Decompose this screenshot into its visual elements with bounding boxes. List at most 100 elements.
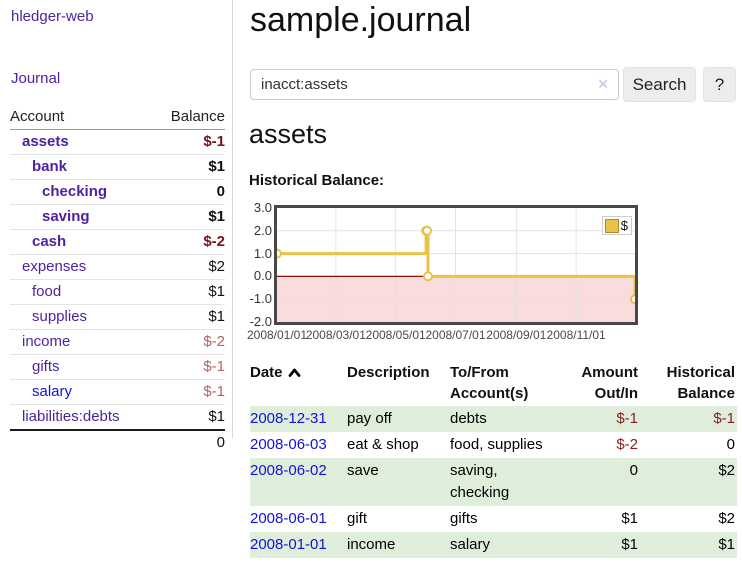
transaction-accounts: salary bbox=[450, 532, 550, 558]
historical-balance-label: Historical Balance: bbox=[249, 172, 384, 189]
x-tick-label: 2008/11/01 bbox=[547, 328, 606, 342]
transaction-accounts: saving, checking bbox=[450, 458, 550, 506]
account-link[interactable]: cash bbox=[10, 230, 203, 254]
chart-y-axis: 3.02.01.00.0-1.0-2.0 bbox=[247, 208, 272, 322]
register-row: 2008-12-31pay offdebts$-1$-1 bbox=[250, 406, 737, 432]
account-link[interactable]: gifts bbox=[10, 355, 203, 379]
transaction-date-link[interactable]: 2008-01-01 bbox=[250, 532, 347, 558]
search-input[interactable] bbox=[250, 69, 619, 100]
account-link[interactable]: salary bbox=[10, 380, 203, 404]
amount-header: Amount Out/In bbox=[550, 360, 640, 406]
account-link[interactable]: expenses bbox=[10, 255, 208, 279]
account-link[interactable]: income bbox=[10, 330, 203, 354]
search-button[interactable]: Search bbox=[623, 67, 696, 102]
transaction-balance: 0 bbox=[640, 432, 737, 458]
register-header-row: Date Description To/From Account(s) Amou… bbox=[250, 360, 737, 406]
transaction-amount: $-2 bbox=[550, 432, 640, 458]
page-title: sample.journal bbox=[250, 0, 471, 44]
account-balance: $1 bbox=[208, 405, 225, 429]
transaction-balance: $2 bbox=[640, 506, 737, 532]
account-balance: $1 bbox=[208, 205, 225, 229]
chart-plot-svg bbox=[277, 208, 635, 322]
x-tick-label: 2008/07/01 bbox=[425, 328, 485, 342]
transaction-date-link[interactable]: 2008-06-02 bbox=[250, 458, 347, 506]
sidebar: hledger-web Journal Account Balance asse… bbox=[0, 0, 233, 438]
transaction-balance: $1 bbox=[640, 532, 737, 558]
account-row-income: income$-2 bbox=[10, 330, 225, 355]
account-row-gifts: gifts$-1 bbox=[10, 355, 225, 380]
transaction-amount: $-1 bbox=[550, 406, 640, 432]
accounts-table: Account Balance assets$-1bank$1checking0… bbox=[10, 105, 225, 455]
app-title-link[interactable]: hledger-web bbox=[11, 8, 94, 25]
transaction-accounts: debts bbox=[450, 406, 550, 432]
accounts-header: To/From Account(s) bbox=[450, 360, 550, 406]
accounts-table-body: assets$-1bank$1checking0saving$1cash$-2e… bbox=[10, 130, 225, 429]
register-row: 2008-06-01giftgifts$1$2 bbox=[250, 506, 737, 532]
y-tick-label: 1.0 bbox=[247, 246, 272, 262]
y-tick-label: 2.0 bbox=[247, 223, 272, 239]
data-point-marker bbox=[424, 272, 432, 280]
account-row-assets: assets$-1 bbox=[10, 130, 225, 155]
account-balance: $-2 bbox=[203, 230, 225, 254]
accounts-total-row: 0 bbox=[10, 429, 225, 455]
account-link[interactable]: bank bbox=[10, 155, 208, 179]
chart-plot-area: $ bbox=[274, 205, 638, 325]
transaction-accounts: gifts bbox=[450, 506, 550, 532]
register-row: 2008-06-03eat & shopfood, supplies$-20 bbox=[250, 432, 737, 458]
y-tick-label: 3.0 bbox=[247, 200, 272, 216]
balance-header: Historical Balance bbox=[640, 360, 737, 406]
transaction-balance: $-1 bbox=[640, 406, 737, 432]
clear-search-icon[interactable]: ✕ bbox=[597, 76, 609, 92]
account-row-liabilities-debts: liabilities:debts$1 bbox=[10, 405, 225, 429]
transaction-description: save bbox=[347, 458, 450, 506]
account-link[interactable]: food bbox=[10, 280, 208, 304]
register-row: 2008-06-02savesaving, checking0$2 bbox=[250, 458, 737, 506]
x-tick-label: 2008/05/01 bbox=[366, 328, 426, 342]
transaction-date-link[interactable]: 2008-06-03 bbox=[250, 432, 347, 458]
transaction-amount: 0 bbox=[550, 458, 640, 506]
transaction-description: eat & shop bbox=[347, 432, 450, 458]
account-balance: $-1 bbox=[203, 130, 225, 154]
register-row: 2008-01-01incomesalary$1$1 bbox=[250, 532, 737, 558]
transaction-date-link[interactable]: 2008-12-31 bbox=[250, 406, 347, 432]
account-link[interactable]: saving bbox=[10, 205, 208, 229]
account-link[interactable]: checking bbox=[10, 180, 217, 204]
account-balance: $1 bbox=[208, 305, 225, 329]
account-link[interactable]: liabilities:debts bbox=[10, 405, 208, 429]
account-balance: $1 bbox=[208, 155, 225, 179]
transaction-balance: $2 bbox=[640, 458, 737, 506]
legend-label: $ bbox=[621, 218, 628, 233]
account-balance: $-2 bbox=[203, 330, 225, 354]
x-tick-label: 2008/03/01 bbox=[306, 328, 366, 342]
chart-x-axis: 2008/01/012008/03/012008/05/012008/07/01… bbox=[277, 328, 635, 344]
x-tick-label: 2008/09/01 bbox=[486, 328, 546, 342]
account-column-header: Account bbox=[10, 105, 171, 129]
legend-swatch bbox=[605, 219, 619, 233]
x-tick-label: 2008/01/01 bbox=[247, 328, 307, 342]
account-link[interactable]: supplies bbox=[10, 305, 208, 329]
account-row-salary: salary$-1 bbox=[10, 380, 225, 405]
transaction-accounts: food, supplies bbox=[450, 432, 550, 458]
account-balance: $1 bbox=[208, 280, 225, 304]
date-sort-header[interactable]: Date bbox=[250, 360, 347, 406]
account-row-expenses: expenses$2 bbox=[10, 255, 225, 280]
transaction-amount: $1 bbox=[550, 532, 640, 558]
historical-balance-chart: 3.02.01.00.0-1.0-2.0 $ 2008/01/012008/03… bbox=[247, 202, 742, 350]
account-balance: $2 bbox=[208, 255, 225, 279]
chart-legend: $ bbox=[602, 216, 632, 235]
register-table-body: 2008-12-31pay offdebts$-1$-12008-06-03ea… bbox=[250, 406, 737, 558]
accounts-total-value: 0 bbox=[217, 431, 225, 455]
search-form: ✕ bbox=[250, 69, 619, 100]
account-row-supplies: supplies$1 bbox=[10, 305, 225, 330]
transaction-date-link[interactable]: 2008-06-01 bbox=[250, 506, 347, 532]
account-row-food: food$1 bbox=[10, 280, 225, 305]
help-button[interactable]: ? bbox=[703, 67, 736, 102]
account-balance: 0 bbox=[217, 180, 225, 204]
chevron-up-icon bbox=[288, 367, 301, 378]
account-link[interactable]: assets bbox=[10, 130, 203, 154]
data-point-marker bbox=[423, 227, 431, 235]
y-tick-label: 0.0 bbox=[247, 268, 272, 284]
account-row-bank: bank$1 bbox=[10, 155, 225, 180]
sidebar-item-journal[interactable]: Journal bbox=[11, 70, 60, 87]
transaction-description: gift bbox=[347, 506, 450, 532]
